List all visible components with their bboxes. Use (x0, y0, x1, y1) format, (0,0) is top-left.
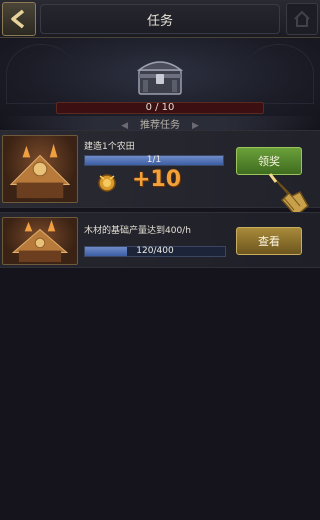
chest-panel: 0 / 10 ◀ 推荐任务 ▶ (0, 38, 320, 131)
section-header: ◀ 推荐任务 ▶ (0, 116, 320, 131)
farm-building-icon (2, 135, 78, 203)
back-button[interactable] (2, 2, 36, 36)
empty-list-area (0, 270, 320, 520)
ornament-right (244, 44, 314, 104)
task-progress-text: 1/1 (146, 155, 162, 165)
claim-reward-button[interactable]: 领奖 (236, 147, 302, 175)
view-task-button[interactable]: 查看 (236, 227, 302, 255)
home-icon (294, 10, 310, 27)
task-card[interactable]: 木材的基础产量达到400/h 120/400 查看 (0, 212, 320, 268)
treasure-chest-icon[interactable] (133, 52, 187, 98)
page-title: 任务 (40, 4, 280, 34)
task-name: 建造1个农田 (84, 142, 135, 152)
gold-coin-icon (98, 174, 116, 192)
back-arrow-icon (11, 9, 25, 29)
task-progress-bar: 1/1 (84, 155, 224, 166)
task-progress-text: 120/400 (136, 246, 174, 256)
chest-progress-text: 0 / 10 (145, 102, 175, 113)
top-bar: 任务 (0, 0, 320, 38)
home-button[interactable] (286, 3, 318, 35)
reward-amount: +10 (132, 167, 182, 192)
task-name: 木材的基础产量达到400/h (84, 226, 191, 236)
task-progress-bar: 120/400 (84, 246, 226, 257)
ornament-left (6, 44, 76, 104)
lumber-building-icon (2, 217, 78, 265)
chest-progress-bar: 0 / 10 (56, 102, 264, 114)
